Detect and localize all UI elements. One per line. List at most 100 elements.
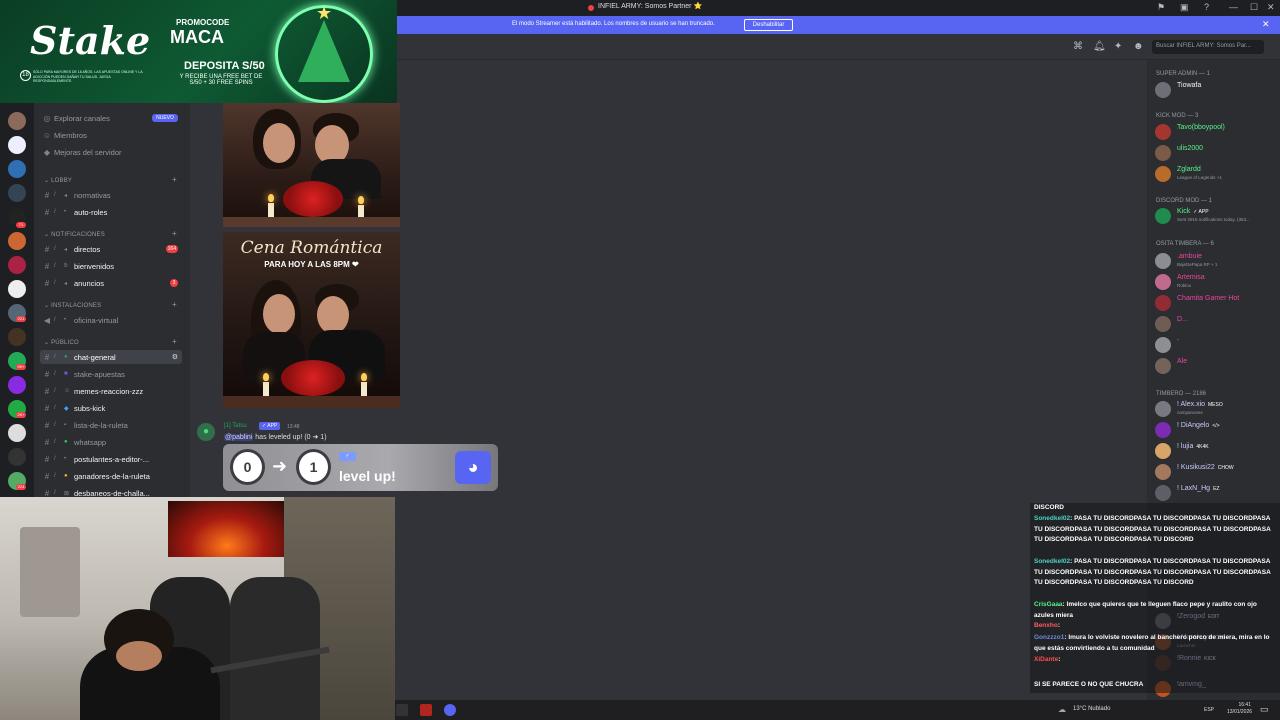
gaming-chair-shape (230, 577, 320, 720)
server-icon[interactable] (8, 160, 26, 178)
channel-whatsapp[interactable]: # / ● whatsapp (40, 435, 182, 449)
notification-bell-icon[interactable]: 🔔︎ (1093, 41, 1106, 52)
channel-normativas[interactable]: # / ◂ normativas (40, 188, 182, 202)
add-channel-icon[interactable]: + (172, 300, 177, 309)
member-item[interactable]: ! Alex.xio MESO campanones (1155, 400, 1279, 418)
search-input[interactable]: Buscar INFIEL ARMY: Somos Par... (1152, 40, 1264, 54)
channel-subs-kick[interactable]: # / ◆ subs-kick (40, 401, 182, 415)
server-icon[interactable] (8, 448, 26, 466)
channel-stake-apuestas[interactable]: # / ■ stake-apuestas (40, 367, 182, 381)
channel-memes[interactable]: # / ☺ memes-reaccion-zzz (40, 384, 182, 398)
channel-postulantes[interactable]: # / • postulantes-a-editor-... (40, 452, 182, 466)
channel-chat-general[interactable]: # / ● chat-general ⚙ (40, 350, 182, 364)
emoji-icon: ☺ (64, 388, 71, 394)
pen-icon: / (54, 422, 56, 428)
user-mention[interactable]: @pablini (224, 434, 254, 441)
member-name-text: D... (1177, 316, 1188, 323)
server-icon[interactable] (8, 280, 26, 298)
maximize-icon[interactable]: ☐ (1250, 2, 1258, 13)
member-item[interactable]: D... (1155, 315, 1279, 333)
tag-icon: ✓ (339, 452, 356, 461)
language-indicator[interactable]: ESP (1204, 707, 1214, 713)
member-item[interactable]: Chamita Gamer Hot (1155, 294, 1279, 312)
member-item[interactable]: Tavo(bboypool) (1155, 123, 1279, 141)
star-icon: ★ (316, 3, 333, 23)
roses-shape (283, 181, 343, 217)
category-instalaciones[interactable]: ⌄ INSTALACIONES (44, 302, 101, 309)
member-tag: MESO (1208, 402, 1223, 408)
chat-text: : (1057, 622, 1061, 629)
discord-taskbar-icon[interactable] (444, 704, 456, 716)
disable-streamer-mode-button[interactable]: Deshabilitar (744, 19, 793, 31)
obs-icon[interactable] (396, 704, 408, 716)
chat-text: : lmelco que quieres que te lleguen flac… (1034, 601, 1257, 619)
server-icon[interactable] (8, 328, 26, 346)
settings-gear-icon[interactable]: ⚙ (172, 353, 178, 361)
streamer-mode-text: El modo Streamer está habilitado. Los no… (512, 21, 715, 27)
face-shape (263, 294, 295, 334)
threads-icon[interactable]: ⌘ (1073, 41, 1083, 52)
server-icon[interactable] (8, 376, 26, 394)
close-banner-icon[interactable]: ✕ (1262, 19, 1270, 30)
member-item[interactable]: Ale (1155, 357, 1279, 375)
notification-center-icon[interactable]: ▭ (1260, 704, 1269, 715)
pin-icon[interactable]: ✦ (1114, 41, 1122, 52)
channel-bienvenidos[interactable]: # / ✋︎ bienvenidos (40, 259, 182, 273)
member-item[interactable]: Tiowafa (1155, 81, 1279, 99)
channel-label: ganadores-de-la-ruleta (74, 471, 150, 481)
channel-auto-roles[interactable]: # / • auto-roles (40, 205, 182, 219)
channel-lista-ruleta[interactable]: # / ▪ lista-de-la-ruleta (40, 418, 182, 432)
bot-avatar[interactable]: ● (197, 423, 215, 441)
server-boost-label: Mejoras del servidor (54, 147, 122, 157)
channel-label: memes-reaccion-zzz (74, 386, 144, 396)
bot-username[interactable]: [1] Tatsu (224, 423, 247, 429)
channel-oficina-virtual[interactable]: ◀ / • oficina-virtual (40, 313, 182, 327)
category-publico[interactable]: ⌄ PÚBLICO (44, 339, 79, 346)
member-group-header: SUPER ADMIN — 1 (1156, 71, 1211, 77)
avatar (1155, 464, 1171, 480)
avatar (1155, 337, 1171, 353)
close-window-icon[interactable]: ✕ (1267, 2, 1275, 13)
add-channel-icon[interactable]: + (172, 175, 177, 184)
member-item[interactable]: ! lujia 4K4K (1155, 442, 1279, 460)
member-item[interactable]: Artemisa Roblox (1155, 273, 1279, 291)
weather-status[interactable]: 13°C Nublado (1073, 706, 1110, 712)
server-icon[interactable] (8, 424, 26, 442)
minimize-icon[interactable]: — (1229, 2, 1238, 12)
help-icon[interactable]: ? (1204, 2, 1209, 12)
pen-icon: / (54, 246, 56, 252)
member-item[interactable]: .ambuie BajeDePapa RP + 1 (1155, 252, 1279, 270)
member-item[interactable]: Kick ✓ APP Sent 2915 notifications today. … (1155, 207, 1279, 225)
member-item[interactable]: ulis2000 (1155, 144, 1279, 162)
member-item[interactable]: ! DiAngelo </> (1155, 421, 1279, 439)
screen-icon[interactable]: ▣ (1180, 2, 1189, 13)
category-notificaciones[interactable]: ⌄ NOTIFICACIONES (44, 231, 105, 238)
server-icon[interactable] (8, 256, 26, 274)
message-image[interactable] (223, 232, 400, 408)
member-item[interactable]: ! LaxN_Hg EZ (1155, 484, 1279, 502)
server-icon[interactable] (8, 136, 26, 154)
server-icon[interactable] (8, 232, 26, 250)
app-icon[interactable] (420, 704, 432, 716)
members-item[interactable]: ☺ Miembros (40, 128, 182, 142)
member-item[interactable]: Zglardd League of Legends +1 (1155, 165, 1279, 183)
member-item[interactable]: - (1155, 336, 1279, 354)
add-channel-icon[interactable]: + (172, 337, 177, 346)
inbox-icon[interactable]: ⚑ (1157, 2, 1165, 13)
server-icon[interactable] (8, 112, 26, 130)
channel-label: chat-general (74, 352, 116, 362)
diamond-icon: ◆ (64, 405, 69, 412)
channel-anuncios[interactable]: # / ◂ anuncios 3 (40, 276, 182, 290)
message-image[interactable] (223, 103, 400, 227)
category-lobby[interactable]: ⌄ LOBBY (44, 177, 72, 184)
add-channel-icon[interactable]: + (172, 229, 177, 238)
member-list-icon[interactable]: ☻ (1133, 41, 1144, 52)
server-icon[interactable] (8, 184, 26, 202)
channel-ganadores[interactable]: # / ● ganadores-de-la-ruleta (40, 469, 182, 483)
server-boost-item[interactable]: ◆ Mejoras del servidor (40, 145, 182, 159)
member-item[interactable]: ! Kusikusi22 CHOW (1155, 463, 1279, 481)
channel-directos[interactable]: # / ◂ directos 164 (40, 242, 182, 256)
clock[interactable]: 16:41 13/01/2026 (1227, 702, 1252, 716)
face-shape (116, 641, 162, 671)
member-name-text: Artemisa (1177, 274, 1205, 281)
